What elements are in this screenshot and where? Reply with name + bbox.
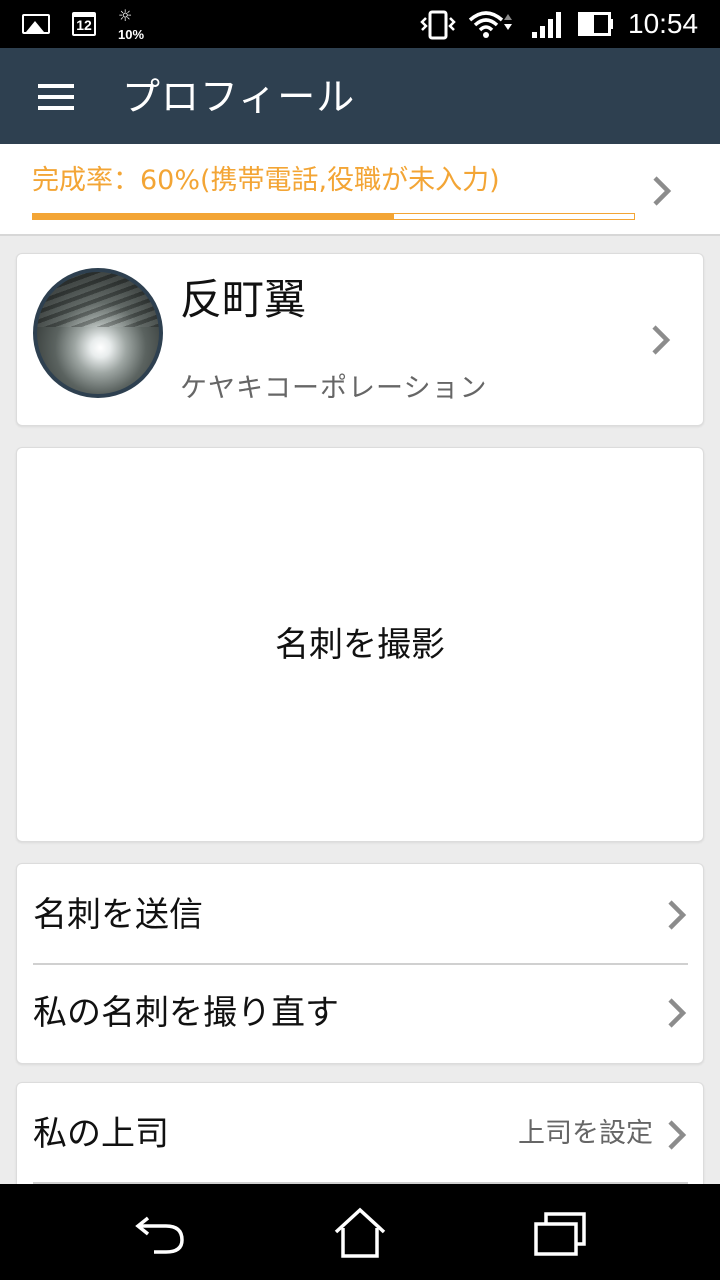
calendar-day: 12 <box>76 17 92 33</box>
signal-icon <box>532 12 561 38</box>
chevron-right-icon <box>668 900 687 930</box>
list-item-retake-card[interactable]: 私の名刺を撮り直す <box>17 965 703 1065</box>
gallery-icon <box>22 14 50 34</box>
my-boss-value: 上司を設定 <box>518 1118 653 1149</box>
back-icon[interactable] <box>130 1202 190 1262</box>
business-card-capture[interactable]: 名刺を撮影 <box>16 447 704 842</box>
actions-card: 名刺を送信 私の名刺を撮り直す <box>16 863 704 1064</box>
chevron-right-icon <box>652 325 671 355</box>
list-item-send-card[interactable]: 名刺を送信 <box>17 864 703 964</box>
chevron-right-icon <box>653 176 672 206</box>
vibrate-icon <box>420 10 456 40</box>
calendar-icon: 12 <box>72 12 96 36</box>
chevron-right-icon <box>668 998 687 1028</box>
app-bar: プロフィール <box>0 48 720 144</box>
weather-sun-cloud-icon: ☼ <box>118 6 133 25</box>
business-card-capture-label: 名刺を撮影 <box>275 625 445 665</box>
status-time: 10:54 <box>628 8 699 39</box>
home-icon[interactable] <box>330 1202 390 1262</box>
page-title: プロフィール <box>122 75 356 119</box>
hamburger-menu-icon[interactable] <box>36 82 76 112</box>
battery-icon <box>578 12 613 36</box>
completion-row[interactable]: 完成率：60%(携帯電話,役職が未入力) <box>0 144 720 236</box>
recent-apps-icon[interactable] <box>530 1202 590 1262</box>
completion-text: 完成率：60%(携帯電話,役職が未入力) <box>32 165 500 196</box>
weather-icon: ☼ 10% <box>116 6 150 44</box>
avatar <box>33 268 163 398</box>
chevron-right-icon <box>668 1120 687 1150</box>
wifi-icon <box>468 11 512 38</box>
profile-company: ケヤキコーポレーション <box>180 373 488 404</box>
status-bar: 12 ☼ 10% 10:54 <box>0 0 720 48</box>
send-card-label: 名刺を送信 <box>33 895 203 935</box>
retake-card-label: 私の名刺を撮り直す <box>33 993 339 1033</box>
weather-percent: 10% <box>118 27 145 42</box>
my-boss-label: 私の上司 <box>33 1114 169 1154</box>
completion-progress-fill <box>33 214 394 219</box>
navigation-bar <box>0 1184 720 1280</box>
profile-name: 反町翼 <box>180 275 307 324</box>
list-item-my-boss[interactable]: 私の上司 上司を設定 <box>17 1083 703 1183</box>
profile-card[interactable]: 反町翼 ケヤキコーポレーション <box>16 253 704 426</box>
completion-progress-bar <box>32 213 635 220</box>
